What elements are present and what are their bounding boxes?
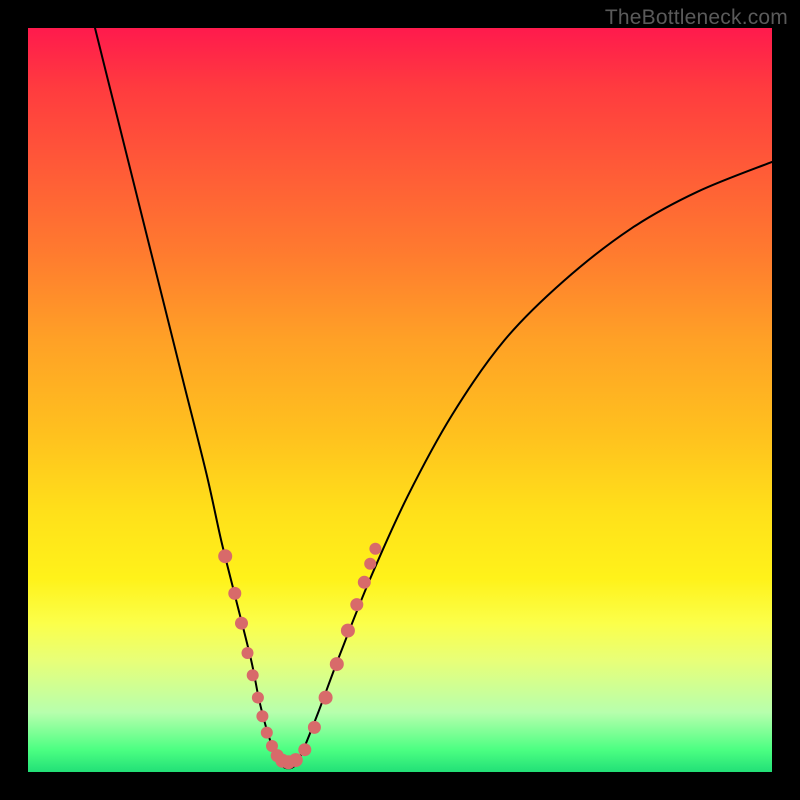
watermark-text: TheBottleneck.com — [605, 6, 788, 30]
marker-point — [358, 576, 371, 589]
marker-point — [289, 753, 303, 767]
marker-point — [247, 669, 259, 681]
chart-area — [28, 28, 772, 772]
marker-point — [235, 617, 248, 630]
highlight-markers — [218, 543, 381, 770]
bottleneck-plot — [28, 28, 772, 772]
marker-point — [242, 647, 254, 659]
marker-point — [261, 727, 273, 739]
marker-point — [252, 692, 264, 704]
marker-point — [218, 549, 232, 563]
marker-point — [364, 558, 376, 570]
marker-point — [256, 710, 268, 722]
marker-point — [298, 743, 311, 756]
marker-point — [319, 691, 333, 705]
marker-point — [350, 598, 363, 611]
marker-point — [228, 587, 241, 600]
marker-point — [369, 543, 381, 555]
bottleneck-curve — [95, 28, 772, 768]
marker-point — [330, 657, 344, 671]
marker-point — [308, 721, 321, 734]
marker-point — [341, 624, 355, 638]
